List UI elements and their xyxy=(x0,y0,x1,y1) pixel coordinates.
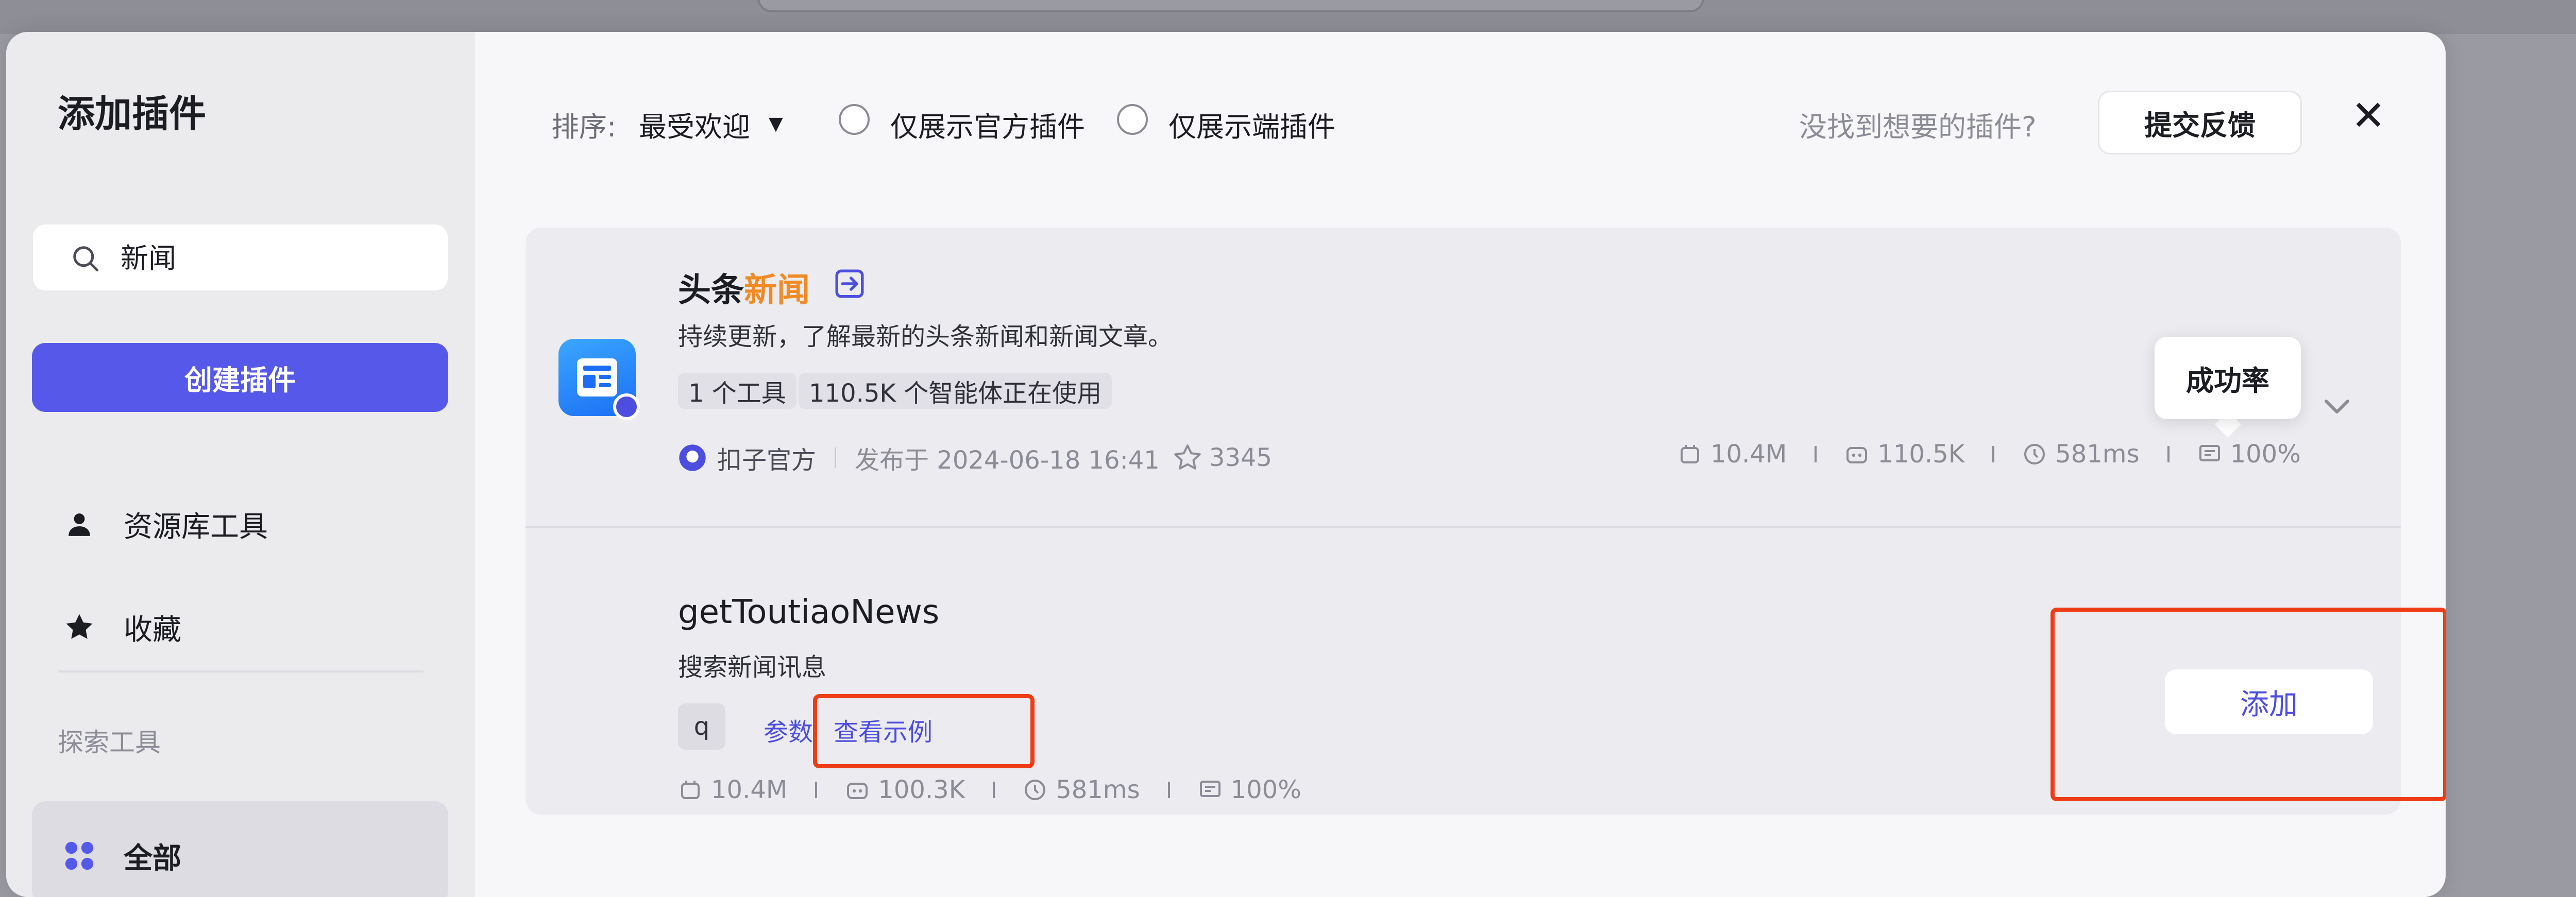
sort-label: 排序: xyxy=(551,111,617,143)
stat-calls-value: 10.4M xyxy=(711,775,788,804)
tool-description: 搜索新闻讯息 xyxy=(678,653,827,682)
stat-bots: 110.5K xyxy=(1844,440,1964,469)
chevron-down-icon[interactable] xyxy=(2318,387,2355,424)
sidebar-item-all[interactable]: 全部 xyxy=(32,801,448,897)
success-rate-icon xyxy=(1199,781,1221,797)
search-value[interactable]: 新闻 xyxy=(121,243,176,274)
submit-feedback-button[interactable]: 提交反馈 xyxy=(2098,91,2302,154)
device-only-radio[interactable] xyxy=(1117,104,1148,135)
create-plugin-button[interactable]: 创建插件 xyxy=(32,343,448,412)
stat-latency: 581ms xyxy=(1023,775,1140,804)
grid-icon xyxy=(63,839,96,872)
stat-latency: 581ms xyxy=(2022,440,2140,469)
sidebar-item-label: 全部 xyxy=(124,841,181,875)
add-tool-button[interactable]: 添加 xyxy=(2165,669,2373,734)
person-icon xyxy=(63,508,96,541)
stat-calls: 10.4M xyxy=(678,775,787,804)
plugin-title: 头条新闻 xyxy=(678,264,810,311)
modal-sidebar: 添加插件 新闻 创建插件 资源库工具 收藏 探索工具 全部 xyxy=(6,32,475,897)
card-divider xyxy=(526,526,2401,528)
stat-separator xyxy=(1815,446,1817,462)
param-label[interactable]: 参数 xyxy=(764,712,813,748)
bot-icon xyxy=(847,783,868,799)
plugin-meta: 扣子官方 发布于 2024-06-18 16:41 3345 xyxy=(678,440,1272,476)
stat-latency-value: 581ms xyxy=(1056,775,1140,804)
stat-bots: 100.3K xyxy=(845,775,965,804)
success-rate-icon[interactable] xyxy=(2197,442,2222,467)
sidebar-item-library-tools[interactable]: 资源库工具 xyxy=(63,498,268,550)
meta-separator xyxy=(835,447,837,468)
stat-bots-value: 100.3K xyxy=(878,775,965,804)
publish-date: 发布于 2024-06-18 16:41 xyxy=(855,446,1160,475)
clock-icon xyxy=(1025,780,1046,800)
stat-separator xyxy=(1167,782,1170,798)
search-icon xyxy=(73,246,98,271)
star-outline-icon[interactable] xyxy=(1172,442,1203,473)
stat-separator xyxy=(815,782,818,798)
clock-icon xyxy=(2024,444,2045,464)
tool-count-tag: 1 个工具 xyxy=(678,373,796,409)
close-icon[interactable]: ✕ xyxy=(2345,93,2392,139)
stat-success: 100% xyxy=(2197,440,2301,469)
plugin-description: 持续更新，了解最新的头条新闻和新闻文章。 xyxy=(678,322,1173,351)
caret-down-icon[interactable]: ▼ xyxy=(769,113,783,134)
backdrop-input xyxy=(757,0,1704,12)
favorite-count: 3345 xyxy=(1209,443,1272,472)
stat-latency-value: 581ms xyxy=(2055,440,2140,469)
official-badge-icon xyxy=(613,393,640,420)
stat-separator xyxy=(1992,446,1995,462)
stat-separator xyxy=(993,782,995,798)
success-rate-tooltip: 成功率 xyxy=(2155,337,2301,419)
stat-success: 100% xyxy=(1198,775,1301,804)
calls-icon xyxy=(1681,445,1699,463)
tool-stats: 10.4M 100.3K 581ms 100% xyxy=(678,775,1301,804)
official-only-radio[interactable] xyxy=(839,104,870,135)
usage-count-tag: 110.5K 个智能体正在使用 xyxy=(799,373,1112,409)
plugin-title-highlight: 新闻 xyxy=(744,271,810,309)
search-input[interactable]: 新闻 xyxy=(33,225,448,290)
plugin-title-prefix: 头条 xyxy=(678,271,744,309)
stat-calls-value: 10.4M xyxy=(1710,440,1787,469)
star-icon xyxy=(63,611,96,644)
feedback-hint: 没找到想要的插件? xyxy=(1799,111,2037,143)
stat-bots-value: 110.5K xyxy=(1877,440,1965,469)
open-detail-icon[interactable] xyxy=(833,267,867,301)
official-avatar-icon xyxy=(679,444,706,471)
calls-icon xyxy=(681,781,700,799)
plugin-stats: 10.4M 110.5K 581ms 100% xyxy=(1677,440,2301,469)
sidebar-divider xyxy=(58,670,423,672)
stat-success-value: 100% xyxy=(2230,440,2301,469)
device-only-label[interactable]: 仅展示端插件 xyxy=(1168,104,1335,145)
sidebar-item-all-row: 全部 xyxy=(63,830,181,882)
stat-separator xyxy=(2167,446,2170,462)
modal-title: 添加插件 xyxy=(58,92,207,135)
sort-dropdown[interactable]: 最受欢迎 xyxy=(639,104,750,145)
add-plugin-modal: 添加插件 新闻 创建插件 资源库工具 收藏 探索工具 全部 排序: 最受欢迎 ▼… xyxy=(6,32,2446,897)
sidebar-item-label: 收藏 xyxy=(124,613,181,647)
param-chip: q xyxy=(678,703,725,750)
bot-icon xyxy=(1846,447,1868,463)
stat-success-value: 100% xyxy=(1230,775,1301,804)
explore-section-label: 探索工具 xyxy=(58,728,161,757)
stat-calls: 10.4M xyxy=(1677,440,1787,469)
official-only-label[interactable]: 仅展示官方插件 xyxy=(890,104,1085,145)
annotation-box-example xyxy=(813,694,1035,768)
sidebar-item-favorites[interactable]: 收藏 xyxy=(63,601,181,653)
tool-name: getToutiaoNews xyxy=(678,593,940,631)
author-name: 扣子官方 xyxy=(717,446,817,475)
sidebar-item-label: 资源库工具 xyxy=(124,510,268,544)
